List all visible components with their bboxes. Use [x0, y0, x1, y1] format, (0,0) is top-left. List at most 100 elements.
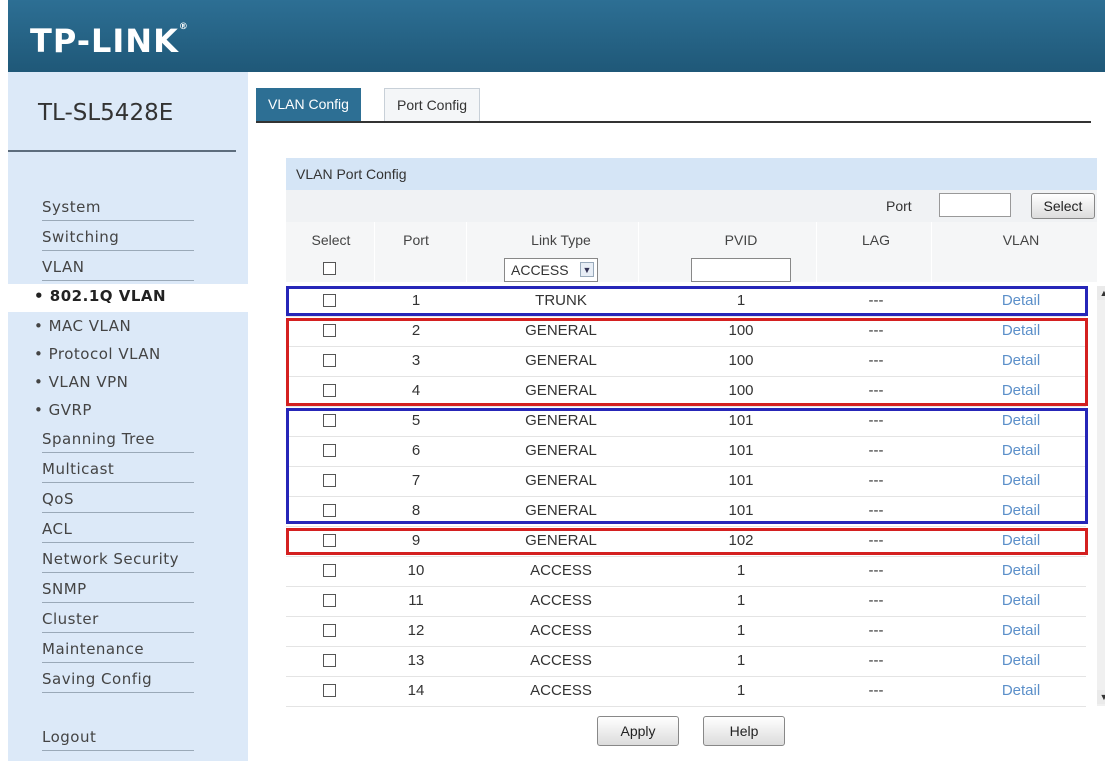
link-type-cell: ACCESS [530, 682, 592, 699]
table-row: 4 GENERAL 100 --- Detail [286, 376, 1086, 407]
tab-bar: VLAN Config Port Config [256, 88, 1105, 124]
select-all-checkbox[interactable] [323, 262, 336, 275]
detail-link[interactable]: Detail [966, 502, 1076, 519]
detail-link[interactable]: Detail [966, 682, 1076, 699]
row-checkbox[interactable] [323, 654, 336, 667]
nav-gvrp[interactable]: • GVRP [34, 398, 234, 422]
tab-port-config[interactable]: Port Config [384, 88, 481, 123]
detail-link[interactable]: Detail [966, 382, 1076, 399]
nav-saving-config[interactable]: Saving Config [42, 668, 194, 693]
help-button[interactable]: Help [703, 716, 785, 746]
link-type-cell: GENERAL [525, 352, 597, 369]
lag-cell: --- [868, 622, 884, 639]
row-checkbox[interactable] [323, 594, 336, 607]
port-cell: 12 [407, 622, 425, 639]
column-divider [638, 222, 639, 282]
detail-link[interactable]: Detail [966, 592, 1076, 609]
table-row: 10 ACCESS 1 --- Detail [286, 556, 1086, 587]
nav-switching[interactable]: Switching [42, 226, 194, 251]
nav-protocol-vlan[interactable]: • Protocol VLAN [34, 342, 234, 366]
nav-vlan-vpn[interactable]: • VLAN VPN [34, 370, 234, 394]
link-type-cell: GENERAL [525, 322, 597, 339]
port-cell: 3 [411, 352, 421, 369]
detail-link[interactable]: Detail [966, 322, 1076, 339]
nav-mac-vlan[interactable]: • MAC VLAN [34, 314, 234, 338]
vlan-port-config-panel: VLAN Port Config Port Select Select Port… [286, 158, 1097, 708]
arrow-up-icon[interactable]: ▲ [1097, 286, 1105, 300]
nav-qos[interactable]: QoS [42, 488, 194, 513]
table-row: 1 TRUNK 1 --- Detail [286, 286, 1086, 317]
pvid-cell: 102 [728, 532, 754, 549]
port-input[interactable] [939, 193, 1011, 217]
table-row: 14 ACCESS 1 --- Detail [286, 676, 1086, 707]
arrow-down-icon[interactable]: ▼ [1097, 690, 1105, 704]
row-checkbox[interactable] [323, 504, 336, 517]
row-checkbox[interactable] [323, 534, 336, 547]
detail-link[interactable]: Detail [966, 412, 1076, 429]
link-type-cell: GENERAL [525, 532, 597, 549]
row-checkbox[interactable] [323, 294, 336, 307]
table-row: 13 ACCESS 1 --- Detail [286, 646, 1086, 677]
row-checkbox[interactable] [323, 414, 336, 427]
nav-multicast[interactable]: Multicast [42, 458, 194, 483]
pvid-cell: 101 [728, 412, 754, 429]
port-cell: 6 [411, 442, 421, 459]
nav-vlan[interactable]: VLAN [42, 256, 194, 281]
detail-link[interactable]: Detail [966, 652, 1076, 669]
chevron-down-icon: ▼ [580, 262, 594, 277]
lag-cell: --- [868, 352, 884, 369]
column-divider [931, 222, 932, 282]
row-checkbox[interactable] [323, 624, 336, 637]
pvid-cell: 1 [736, 682, 746, 699]
col-pvid: PVID [724, 232, 758, 248]
nav-cluster[interactable]: Cluster [42, 608, 194, 633]
detail-link[interactable]: Detail [966, 352, 1076, 369]
nav-spanning-tree[interactable]: Spanning Tree [42, 428, 194, 453]
pvid-cell: 100 [728, 382, 754, 399]
pvid-cell: 1 [736, 592, 746, 609]
column-divider [816, 222, 817, 282]
nav-logout[interactable]: Logout [42, 726, 194, 751]
detail-link[interactable]: Detail [966, 472, 1076, 489]
link-type-cell: ACCESS [530, 652, 592, 669]
table-row: 3 GENERAL 100 --- Detail [286, 346, 1086, 377]
detail-link[interactable]: Detail [966, 532, 1076, 549]
detail-link[interactable]: Detail [966, 292, 1076, 309]
lag-cell: --- [868, 502, 884, 519]
port-cell: 1 [411, 292, 421, 309]
nav-802-1q-vlan[interactable]: • 802.1Q VLAN [8, 284, 248, 312]
link-type-cell: GENERAL [525, 382, 597, 399]
nav-acl[interactable]: ACL [42, 518, 194, 543]
detail-link[interactable]: Detail [966, 562, 1076, 579]
detail-link[interactable]: Detail [966, 442, 1076, 459]
pvid-cell: 1 [736, 622, 746, 639]
select-button[interactable]: Select [1031, 193, 1095, 219]
pvid-cell: 101 [728, 502, 754, 519]
row-checkbox[interactable] [323, 684, 336, 697]
port-cell: 14 [407, 682, 425, 699]
tab-vlan-config[interactable]: VLAN Config [256, 88, 361, 122]
table-scrollbar[interactable]: ▲ ▼ [1097, 286, 1105, 706]
row-checkbox[interactable] [323, 384, 336, 397]
lag-cell: --- [868, 682, 884, 699]
row-checkbox[interactable] [323, 354, 336, 367]
port-cell: 10 [407, 562, 425, 579]
port-label: Port [886, 198, 912, 214]
row-checkbox[interactable] [323, 474, 336, 487]
nav-maintenance[interactable]: Maintenance [42, 638, 194, 663]
apply-button[interactable]: Apply [597, 716, 679, 746]
lag-cell: --- [868, 472, 884, 489]
lag-cell: --- [868, 652, 884, 669]
pvid-input[interactable] [691, 258, 791, 282]
row-checkbox[interactable] [323, 564, 336, 577]
row-checkbox[interactable] [323, 444, 336, 457]
nav-snmp[interactable]: SNMP [42, 578, 194, 603]
link-type-select[interactable]: ACCESS ▼ [504, 258, 598, 282]
detail-link[interactable]: Detail [966, 622, 1076, 639]
nav-network-security[interactable]: Network Security [42, 548, 194, 573]
link-type-cell: TRUNK [535, 292, 587, 309]
port-cell: 2 [411, 322, 421, 339]
nav-system[interactable]: System [42, 196, 194, 221]
port-cell: 7 [411, 472, 421, 489]
row-checkbox[interactable] [323, 324, 336, 337]
